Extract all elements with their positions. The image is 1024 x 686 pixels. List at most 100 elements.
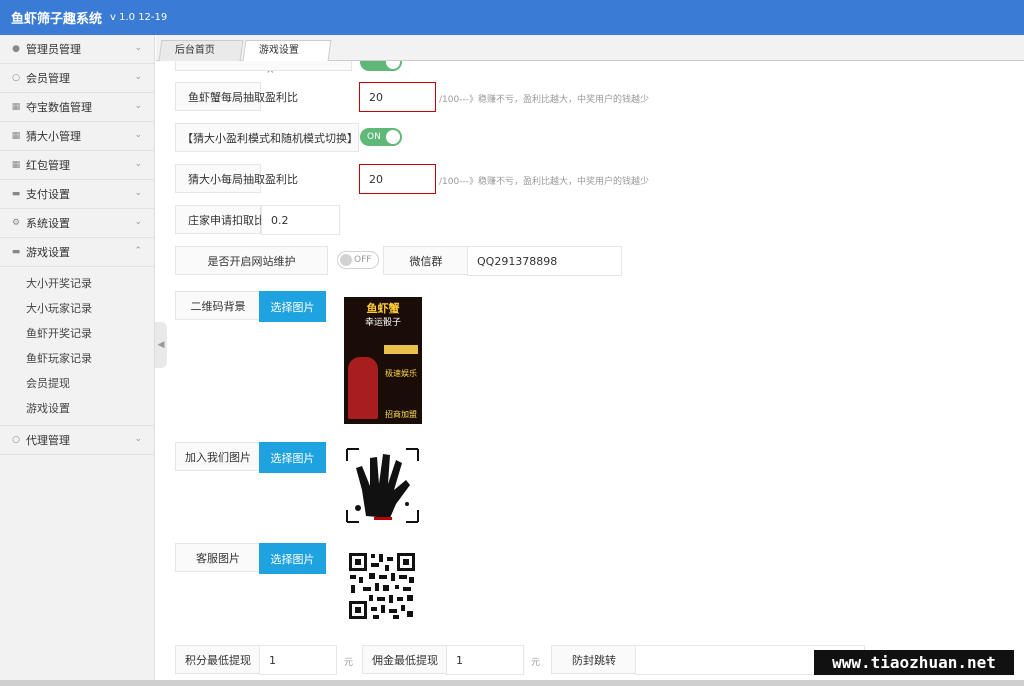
chevron-down-icon: ⌄ bbox=[134, 101, 142, 111]
submenu-size-players[interactable]: 大小玩家记录 bbox=[0, 296, 154, 321]
min-commission-unit: 元 bbox=[531, 658, 541, 668]
poster-title: 鱼虾蟹 bbox=[366, 302, 400, 315]
sidebar-item-system[interactable]: ⚙ 系统设置 ⌄ bbox=[0, 209, 154, 238]
min-points-label: 积分最低提现 bbox=[175, 645, 261, 674]
grid-icon: ▦ bbox=[11, 131, 21, 141]
horizontal-scrollbar[interactable] bbox=[0, 680, 1024, 686]
sidebar-item-agents[interactable]: ○ 代理管理 ⌄ bbox=[0, 426, 154, 455]
sidebar-item-label: 夺宝数值管理 bbox=[26, 101, 92, 114]
wechat-label: 微信群 bbox=[383, 246, 469, 275]
tab-label: 游戏设置 bbox=[258, 45, 299, 56]
min-commission-input[interactable]: 1 bbox=[446, 645, 524, 675]
app-version: v 1.0 12-19 bbox=[110, 12, 168, 23]
banker-fee-input[interactable]: 0.2 bbox=[261, 205, 340, 235]
wechat-input[interactable]: QQ291378898 bbox=[467, 246, 622, 276]
member-icon: ○ bbox=[12, 435, 20, 445]
sidebar-item-admin[interactable]: ● 管理员管理 ⌄ bbox=[0, 35, 154, 64]
qr-code-image bbox=[347, 551, 417, 621]
scrolled-row-field bbox=[175, 61, 352, 71]
poster-figure bbox=[348, 357, 378, 419]
submenu-fish-players[interactable]: 鱼虾玩家记录 bbox=[0, 346, 154, 371]
chevron-down-icon: ⌄ bbox=[134, 130, 142, 140]
tab-label: 后台首页 bbox=[174, 45, 215, 56]
gear-icon: ⚙ bbox=[11, 218, 21, 228]
sidebar-item-payment[interactable]: ▬ 支付设置 ⌄ bbox=[0, 180, 154, 209]
toggle-knob bbox=[386, 130, 400, 144]
card-icon: ▬ bbox=[11, 189, 21, 199]
poster-text: 极速娱乐 bbox=[385, 369, 417, 378]
maintenance-label: 是否开启网站维护 bbox=[175, 246, 328, 275]
guess-rate-hint: /100---》稳赚不亏，盈利比越大，中奖用户的钱越少 bbox=[439, 177, 649, 187]
poster-banner bbox=[384, 345, 418, 354]
sidebar-collapse-toggle[interactable]: ◀ bbox=[155, 322, 167, 368]
chevron-up-icon: ⌃ bbox=[134, 246, 142, 256]
sidebar-submenu: 大小开奖记录 大小玩家记录 鱼虾开奖记录 鱼虾玩家记录 会员提现 游戏设置 bbox=[0, 267, 154, 426]
submenu-game-settings[interactable]: 游戏设置 bbox=[0, 396, 154, 421]
tab-home[interactable]: 后台首页 bbox=[158, 40, 244, 61]
guess-rate-input[interactable]: 20 bbox=[359, 164, 436, 194]
user-icon: ● bbox=[12, 44, 20, 54]
mode-switch-toggle[interactable]: ON bbox=[360, 128, 402, 146]
sidebar-item-treasure[interactable]: ▦ 夺宝数值管理 ⌄ bbox=[0, 93, 154, 122]
chevron-down-icon: ⌄ bbox=[134, 217, 142, 227]
toggle-knob bbox=[386, 61, 400, 69]
settings-form: 鱼虾蟹每局抽取盈利比 20 /100---》稳赚不亏，盈利比越大，中奖用户的钱越… bbox=[167, 61, 1024, 686]
poster-footer: 招商加盟 bbox=[385, 410, 417, 419]
banker-fee-label: 庄家申请扣取比 bbox=[175, 205, 265, 234]
site-watermark: www.tiaozhuan.net bbox=[814, 650, 1014, 675]
mode-switch-label: 【猜大小盈利模式和随机模式切换】 bbox=[175, 123, 359, 152]
chevron-down-icon: ⌄ bbox=[134, 72, 142, 82]
chevron-down-icon: ⌄ bbox=[134, 43, 142, 53]
chevron-down-icon: ⌄ bbox=[134, 159, 142, 169]
submenu-size-draws[interactable]: 大小开奖记录 bbox=[0, 271, 154, 296]
submenu-fish-draws[interactable]: 鱼虾开奖记录 bbox=[0, 321, 154, 346]
min-commission-label: 佣金最低提现 bbox=[362, 645, 448, 674]
qr-bg-preview-image: 鱼虾蟹 幸运骰子 极速娱乐 招商加盟 bbox=[344, 297, 422, 424]
service-label: 客服图片 bbox=[175, 543, 261, 572]
sidebar-item-label: 代理管理 bbox=[26, 434, 70, 447]
sidebar-item-red-packet[interactable]: ▦ 红包管理 ⌄ bbox=[0, 151, 154, 180]
member-icon: ○ bbox=[12, 73, 20, 83]
sidebar-item-game-settings[interactable]: ▬ 游戏设置 ⌃ bbox=[0, 238, 154, 267]
guess-rate-label: 猜大小每局抽取盈利比 bbox=[175, 164, 298, 193]
app-title: 鱼虾筛子趣系统 bbox=[11, 12, 103, 27]
toggle-state: OFF bbox=[354, 255, 372, 265]
sidebar-item-members[interactable]: ○ 会员管理 ⌄ bbox=[0, 64, 154, 93]
anti-block-label: 防封跳转 bbox=[551, 645, 637, 674]
chevron-left-icon: ◀ bbox=[157, 340, 165, 350]
scrolled-row-toggle[interactable] bbox=[360, 61, 402, 71]
join-us-select-button[interactable]: 选择图片 bbox=[259, 442, 326, 473]
sidebar-item-label: 会员管理 bbox=[26, 72, 70, 85]
min-points-input[interactable]: 1 bbox=[259, 645, 337, 675]
sidebar-item-label: 红包管理 bbox=[26, 159, 70, 172]
top-bar: 鱼虾筛子趣系统 v 1.0 12-19 bbox=[0, 0, 1024, 35]
service-select-button[interactable]: 选择图片 bbox=[259, 543, 326, 574]
maintenance-toggle[interactable]: OFF bbox=[337, 251, 379, 269]
fish-rate-input[interactable]: 20 bbox=[359, 82, 436, 112]
grid-icon: ▦ bbox=[11, 160, 21, 170]
card-icon: ▬ bbox=[11, 247, 21, 257]
chevron-down-icon: ⌄ bbox=[134, 188, 142, 198]
sidebar-item-label: 系统设置 bbox=[26, 217, 70, 230]
join-us-preview-image bbox=[344, 446, 421, 525]
sidebar-item-label: 游戏设置 bbox=[26, 246, 70, 259]
sidebar-item-guess-size[interactable]: ▦ 猜大小管理 ⌄ bbox=[0, 122, 154, 151]
sidebar-item-label: 猜大小管理 bbox=[26, 130, 81, 143]
submenu-withdrawals[interactable]: 会员提现 bbox=[0, 371, 154, 396]
fish-rate-hint: /100---》稳赚不亏，盈利比越大，中奖用户的钱越少 bbox=[439, 95, 649, 105]
fish-rate-label: 鱼虾蟹每局抽取盈利比 bbox=[175, 82, 298, 111]
qr-bg-label: 二维码背景 bbox=[175, 291, 261, 320]
chevron-down-icon: ⌄ bbox=[134, 434, 142, 444]
sidebar-item-label: 管理员管理 bbox=[26, 43, 81, 56]
toggle-knob bbox=[340, 254, 352, 266]
tab-game-settings[interactable]: 游戏设置× bbox=[242, 40, 332, 76]
sidebar: ● 管理员管理 ⌄ ○ 会员管理 ⌄ ▦ 夺宝数值管理 ⌄ ▦ 猜大小管理 ⌄ … bbox=[0, 35, 155, 686]
toggle-state: ON bbox=[367, 132, 381, 142]
sidebar-item-label: 支付设置 bbox=[26, 188, 70, 201]
poster-subtitle: 幸运骰子 bbox=[364, 318, 401, 328]
qr-bg-select-button[interactable]: 选择图片 bbox=[259, 291, 326, 322]
tab-bar: 后台首页 游戏设置× bbox=[156, 35, 1024, 76]
grid-icon: ▦ bbox=[11, 102, 21, 112]
min-points-unit: 元 bbox=[344, 658, 354, 668]
join-us-label: 加入我们图片 bbox=[175, 442, 261, 471]
